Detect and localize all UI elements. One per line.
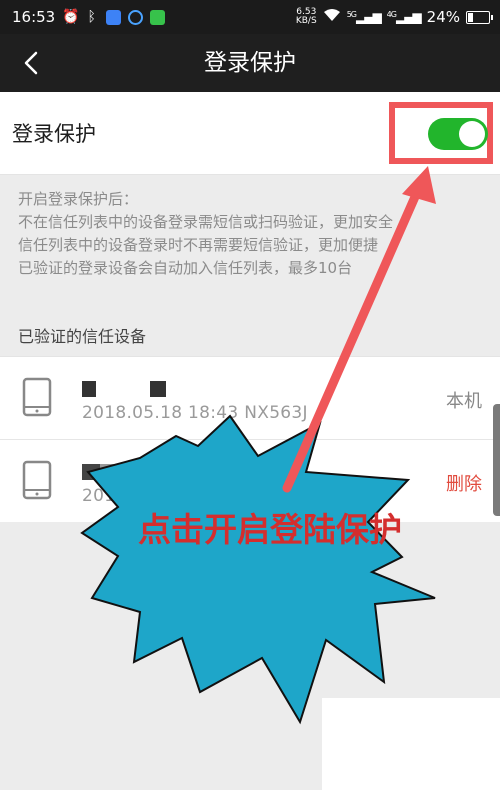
bluetooth-icon: ᛒ bbox=[87, 8, 96, 25]
info-heading: 开启登录保护后： bbox=[18, 190, 139, 208]
status-time: 16:53 bbox=[12, 8, 56, 26]
current-device-label: 本机 bbox=[446, 391, 482, 412]
network-speed: 6.53 KB/S bbox=[295, 7, 317, 26]
shield-app-icon bbox=[106, 9, 122, 25]
info-line: 不在信任列表中的设备登录需短信或扫码验证，更加安全 bbox=[18, 213, 394, 231]
white-patch bbox=[322, 698, 500, 790]
tablet-icon bbox=[22, 377, 52, 417]
battery-percent: 24% bbox=[426, 8, 460, 26]
delete-button[interactable]: 删除 bbox=[446, 470, 482, 496]
login-protection-toggle[interactable] bbox=[428, 118, 488, 150]
toggle-knob bbox=[459, 121, 485, 147]
annotation-text: 点击开启登陆保护 bbox=[138, 510, 402, 549]
message-app-icon bbox=[150, 9, 166, 25]
tablet-icon bbox=[22, 460, 52, 500]
signal-5g-icon: 5G▂▄▆ bbox=[346, 10, 382, 24]
alarm-icon: ⏰ bbox=[62, 8, 80, 25]
info-line: 信任列表中的设备登录时不再需要短信验证，更加便捷 bbox=[18, 236, 379, 254]
battery-icon bbox=[466, 10, 493, 24]
trusted-device-list: 2018.05.18 18:43 NX563J 本机 2018.0 删除 bbox=[0, 356, 500, 522]
login-protection-row: 登录保护 bbox=[0, 92, 500, 175]
status-bar: 16:53 ⏰ ᛒ 6.53 KB/S 5G▂▄▆ 4G▂▄▆ 24% bbox=[0, 0, 500, 34]
page-title: 登录保护 bbox=[204, 50, 296, 76]
wifi-icon bbox=[323, 8, 341, 26]
trusted-devices-title: 已验证的信任设备 bbox=[18, 327, 147, 346]
protection-info: 开启登录保护后： 不在信任列表中的设备登录需短信或扫码验证，更加安全 信任列表中… bbox=[18, 188, 478, 280]
scrollbar[interactable] bbox=[493, 404, 500, 516]
info-line: 已验证的登录设备会自动加入信任列表，最多10台 bbox=[18, 259, 353, 277]
qq-icon bbox=[128, 9, 144, 25]
device-item[interactable]: 2018.05.18 18:43 NX563J 本机 bbox=[0, 357, 500, 439]
title-bar: 登录保护 bbox=[0, 34, 500, 92]
signal-4g-icon: 4G▂▄▆ bbox=[386, 10, 422, 24]
device-meta: 2018.0 bbox=[82, 486, 144, 506]
login-protection-label: 登录保护 bbox=[12, 122, 96, 146]
device-meta: 2018.05.18 18:43 NX563J bbox=[82, 403, 308, 423]
